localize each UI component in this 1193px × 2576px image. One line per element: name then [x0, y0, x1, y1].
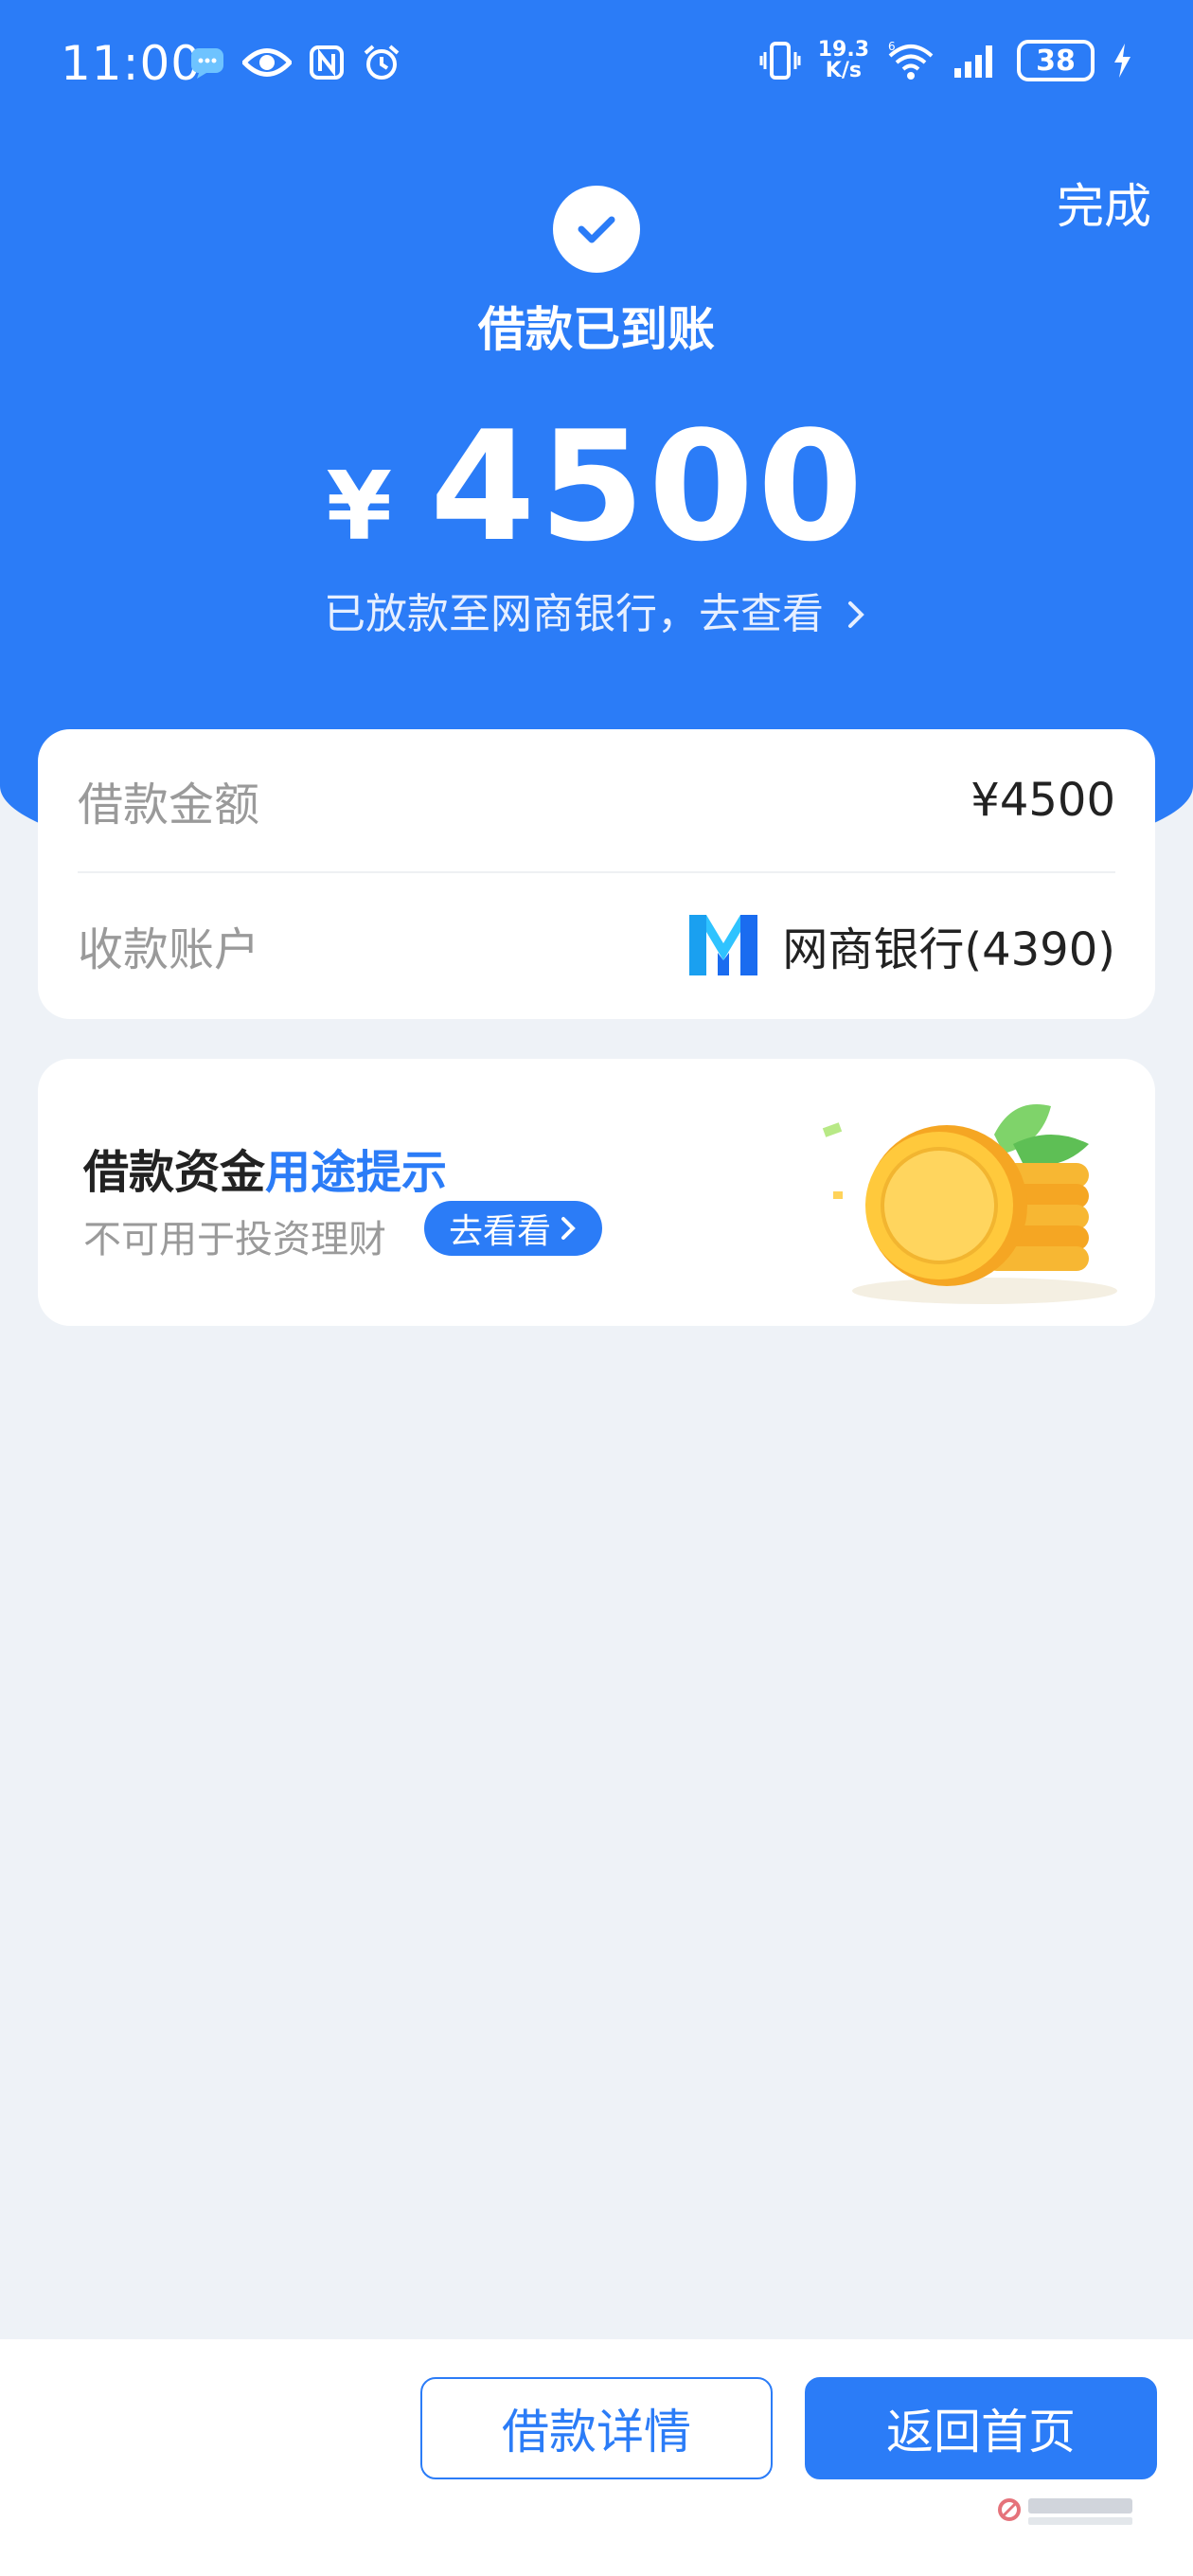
view-tip-button[interactable]: 去看看: [424, 1201, 603, 1256]
status-time: 11:00: [61, 36, 203, 91]
done-button[interactable]: 完成: [1057, 169, 1151, 237]
loan-info-card: 借款金额 ¥4500 收款账户 网商银行(4390): [38, 729, 1155, 1019]
vibrate-icon: [759, 42, 801, 80]
alarm-icon: [364, 45, 400, 80]
chevron-right-icon: [848, 601, 864, 628]
network-speed-value: 19.3: [817, 38, 869, 62]
charging-icon: [1114, 44, 1131, 78]
view-bank-link[interactable]: 已放款至网商银行，去查看: [0, 580, 1193, 640]
signal-icon: [954, 45, 992, 78]
success-check-icon: [553, 186, 640, 273]
chevron-right-icon: [561, 1217, 576, 1240]
network-speed-unit: K/s: [825, 59, 862, 82]
battery-icon: 38: [1017, 40, 1095, 81]
usage-tip-description: 不可用于投资理财: [83, 1218, 386, 1261]
page-title: 借款已到账: [478, 302, 715, 357]
usage-tip-title-main: 借款资金: [83, 1146, 266, 1199]
check-icon: [578, 216, 615, 243]
bottom-action-bar: 借款详情 返回首页: [0, 2339, 1193, 2576]
view-bank-link-text: 已放款至网商银行，去查看: [324, 590, 824, 638]
status-icons-left: [189, 44, 401, 81]
loan-amount-label: 借款金额: [78, 778, 260, 832]
receiving-account-label: 收款账户: [78, 923, 260, 976]
loan-detail-button[interactable]: 借款详情: [420, 2377, 773, 2479]
back-home-button[interactable]: 返回首页: [805, 2377, 1157, 2479]
message-icon: [191, 48, 223, 79]
view-tip-button-label: 去看看: [449, 1212, 552, 1251]
amount-value: 4500: [430, 398, 867, 575]
mybank-logo-icon: [689, 915, 758, 975]
watermark-logo: [996, 2493, 1138, 2531]
status-icons-right: 19.3 K/s 6 38: [759, 40, 1132, 81]
loan-amount-row: 借款金额 ¥4500: [78, 729, 1115, 873]
receiving-account-value: 网商银行(4390): [782, 923, 1115, 976]
receiving-account-value-wrap: 网商银行(4390): [689, 912, 1115, 978]
network-speed: 19.3 K/s: [818, 40, 869, 81]
nfc-icon: [310, 45, 344, 80]
status-bar: 11:00 19.3 K/s 6 38: [0, 0, 1193, 133]
gold-coins-illustration: [822, 1104, 1117, 1304]
currency-symbol: ¥: [326, 451, 393, 562]
svg-text:6: 6: [888, 41, 896, 53]
loan-amount-display: ¥ 4500: [0, 398, 1193, 575]
usage-tip-title: 借款资金用途提示: [83, 1135, 447, 1201]
usage-tip-card[interactable]: 借款资金用途提示 不可用于投资理财 去看看: [38, 1059, 1155, 1326]
wifi-6-icon: 6: [888, 41, 934, 80]
eye-icon: [242, 48, 292, 77]
receiving-account-row: 收款账户 网商银行(4390): [78, 873, 1115, 1017]
watermark-icon: [998, 2498, 1132, 2525]
battery-level: 38: [1036, 44, 1076, 78]
loan-amount-value: ¥4500: [970, 774, 1115, 827]
usage-tip-title-highlight: 用途提示: [265, 1146, 448, 1199]
